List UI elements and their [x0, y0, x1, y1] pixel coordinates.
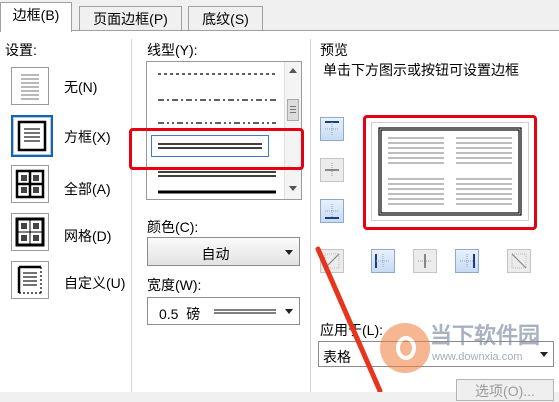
watermark-url: www.downxia.com [432, 351, 523, 363]
line-style-label: 线型(Y): [147, 42, 198, 58]
tab-page-border[interactable]: 页面边框(P) [79, 6, 182, 30]
width-line-sample [214, 309, 276, 314]
options-button-label: 选项(O)... [475, 383, 535, 399]
preview-hint: 单击下方图示或按钮可设置边框 [323, 62, 519, 78]
width-dropdown[interactable]: 0.5 磅 [147, 297, 300, 325]
tab-shading-label: 底纹(S) [202, 11, 249, 27]
width-value: 0.5 磅 [159, 306, 201, 322]
chevron-down-icon [285, 250, 293, 255]
chevron-down-icon [540, 352, 548, 357]
color-label: 颜色(C): [147, 219, 199, 235]
preview-heading: 预览 [320, 42, 348, 58]
right-border-button[interactable] [455, 249, 479, 273]
grid-border-icon [11, 213, 49, 251]
preview-highlight [363, 115, 537, 230]
color-dropdown[interactable]: 自动 [147, 237, 300, 266]
box-border-icon [11, 115, 53, 157]
setting-custom[interactable]: 自定义(U) [11, 261, 131, 303]
chevron-down-icon [285, 309, 293, 314]
setting-all[interactable]: 全部(A) [11, 165, 129, 205]
settings-heading: 设置: [5, 42, 37, 58]
tab-borders-label: 边框(B) [12, 7, 60, 23]
line-style-highlight [129, 128, 304, 170]
setting-none-label: 无(N) [64, 79, 98, 95]
custom-border-icon [11, 261, 49, 299]
borders-panel: 设置: 无(N) 方框(X) 全部(A) 网格(D) 自定义(U) 线型(Y):… [0, 31, 559, 401]
top-border-button[interactable] [320, 117, 344, 141]
setting-grid-label: 网格(D) [64, 228, 112, 244]
annotation-arrow [315, 246, 383, 392]
settings-divider [131, 39, 132, 392]
scroll-up-arrow-icon[interactable] [289, 68, 297, 73]
diagonal-up-border-button[interactable] [507, 249, 531, 273]
bottom-border-button[interactable] [320, 199, 344, 223]
setting-box-label: 方框(X) [64, 129, 111, 145]
setting-grid[interactable]: 网格(D) [11, 213, 129, 253]
tab-page-border-label: 页面边框(P) [93, 11, 168, 27]
scroll-down-arrow-icon[interactable] [289, 186, 297, 191]
setting-box[interactable]: 方框(X) [11, 115, 129, 157]
all-borders-icon [11, 165, 49, 203]
setting-custom-label: 自定义(U) [64, 275, 126, 291]
options-button[interactable]: 选项(O)... [456, 379, 554, 401]
setting-none[interactable]: 无(N) [11, 67, 129, 107]
tab-borders[interactable]: 边框(B) [0, 2, 72, 32]
inside-horizontal-border-button[interactable] [320, 158, 344, 182]
width-label: 宽度(W): [147, 277, 202, 293]
scrollbar-thumb[interactable] [287, 99, 299, 121]
no-border-icon [11, 67, 49, 105]
setting-all-label: 全部(A) [64, 181, 111, 197]
inside-vertical-border-button[interactable] [413, 249, 437, 273]
tab-shading[interactable]: 底纹(S) [188, 6, 263, 30]
color-value: 自动 [201, 246, 230, 262]
watermark-name: 当下软件园 [430, 323, 541, 348]
